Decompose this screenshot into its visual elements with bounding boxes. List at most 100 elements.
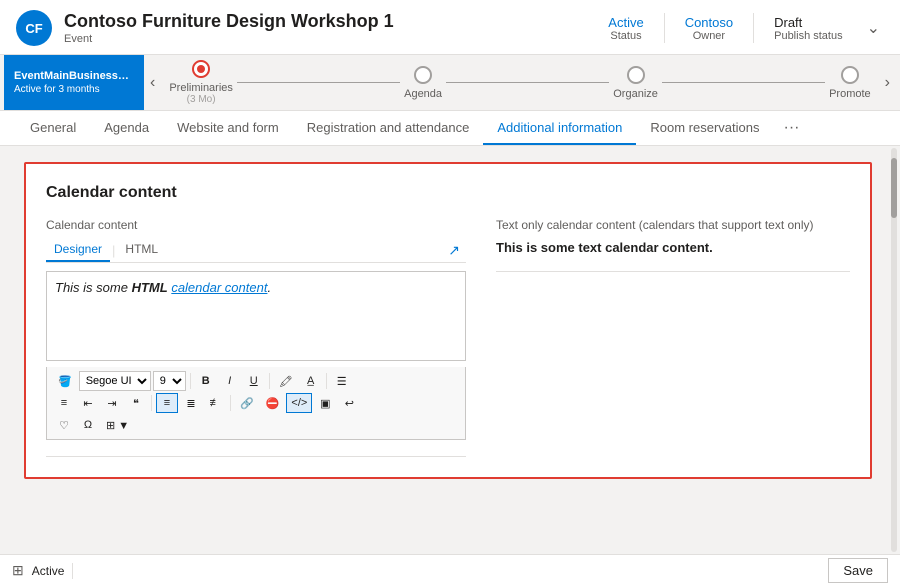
blockquote-button[interactable]: ❝ <box>125 393 147 413</box>
timeline-next-button[interactable]: › <box>879 74 896 92</box>
align-justify-button[interactable]: ☰ <box>331 371 353 391</box>
align-center-button[interactable]: ≣ <box>180 393 202 413</box>
event-type: Event <box>64 33 394 45</box>
align-left-button[interactable]: ≡ <box>156 393 178 413</box>
step-label-3: Organize <box>613 88 658 100</box>
publish-status-block: Draft Publish status <box>774 15 842 42</box>
text-only-label: Text only calendar content (calendars th… <box>496 218 850 232</box>
remove-link-button[interactable]: ⛔ <box>261 393 285 413</box>
paint-bucket-button[interactable]: 🪣 <box>53 371 77 391</box>
toolbar-row-1: 🪣 Segoe UI 9 B I U 🖍 <box>53 371 459 391</box>
toolbar-sep-2 <box>269 373 270 389</box>
step-circle-1 <box>192 60 210 78</box>
text-only-content: This is some text calendar content. <box>496 240 850 255</box>
toolbar-sep-4 <box>151 395 152 411</box>
step-line-1 <box>237 82 400 83</box>
step-line-2 <box>446 82 609 83</box>
save-button[interactable]: Save <box>828 558 888 583</box>
publish-status-label: Publish status <box>774 30 842 42</box>
special-char-button[interactable]: Ω <box>77 415 99 435</box>
card-right-divider <box>496 271 850 272</box>
header-chevron-button[interactable]: ⌄ <box>863 14 884 42</box>
timeline-active-sub: Active for 3 months <box>14 84 134 95</box>
bottom-separator <box>72 563 73 579</box>
content-area: Calendar content Calendar content Design… <box>0 146 900 554</box>
timeline-step-promote[interactable]: Promote <box>829 66 871 100</box>
status-value: Active <box>608 15 643 30</box>
tab-website-and-form[interactable]: Website and form <box>163 112 293 145</box>
indent-right-button[interactable]: ⇥ <box>101 393 123 413</box>
editor-tab-bar: Designer | HTML ↗ <box>46 238 466 263</box>
step-circle-4 <box>841 66 859 84</box>
italic-text: This is some <box>55 280 132 295</box>
toolbar-row-2: ≡ ⇤ ⇥ ❝ ≡ ≣ ≢ 🔗 ⛔ </> ▣ <box>53 393 459 413</box>
timeline-active-item[interactable]: EventMainBusinessProce... Active for 3 m… <box>4 55 144 110</box>
tab-bar: General Agenda Website and form Registra… <box>0 111 900 146</box>
undo-button[interactable]: ↩ <box>338 393 360 413</box>
unordered-list-button[interactable]: ≡ <box>53 393 75 413</box>
rich-text-link[interactable]: calendar content <box>171 280 267 295</box>
editor-tab-separator: | <box>112 243 115 258</box>
tabs-more-button[interactable]: ··· <box>773 111 809 145</box>
status-icon: ⊞ <box>12 562 24 579</box>
step-line-3 <box>662 82 825 83</box>
avatar: CF <box>16 10 52 46</box>
tab-general[interactable]: General <box>16 112 90 145</box>
font-select[interactable]: Segoe UI <box>79 371 151 391</box>
bold-button[interactable]: B <box>195 371 217 391</box>
scroll-right-area <box>888 146 900 554</box>
insert-link-button[interactable]: 🔗 <box>235 393 259 413</box>
rich-text-toolbar: 🪣 Segoe UI 9 B I U 🖍 <box>46 367 466 440</box>
heart-button[interactable]: ♡ <box>53 415 75 435</box>
scroll-left-spacer <box>0 146 8 554</box>
timeline-step-agenda[interactable]: Agenda <box>404 66 442 100</box>
status-separator <box>664 13 665 43</box>
tab-additional-information[interactable]: Additional information <box>483 112 636 145</box>
bottom-status-text: Active <box>32 564 65 578</box>
timeline-step-preliminaries[interactable]: Preliminaries (3 Mo) <box>169 60 233 105</box>
timeline-prev-button[interactable]: ‹ <box>144 74 161 92</box>
card-left: Calendar content Designer | HTML ↗ This … <box>46 218 466 457</box>
calendar-content-label: Calendar content <box>46 218 466 232</box>
font-color-button[interactable]: A̲ <box>300 371 322 391</box>
calendar-content-card: Calendar content Calendar content Design… <box>24 162 872 479</box>
timeline-steps: Preliminaries (3 Mo) Agenda Organize Pro… <box>161 60 878 105</box>
tab-registration-and-attendance[interactable]: Registration and attendance <box>293 112 484 145</box>
font-size-select[interactable]: 9 <box>153 371 186 391</box>
card-right: Text only calendar content (calendars th… <box>496 218 850 457</box>
card-left-divider <box>46 456 466 457</box>
toolbar-row-3: ♡ Ω ⊞ ▼ <box>53 415 459 435</box>
align-right-button[interactable]: ≢ <box>204 393 226 413</box>
main-content: Calendar content Calendar content Design… <box>8 146 888 554</box>
editor-tab-html[interactable]: HTML <box>117 238 166 262</box>
rich-text-italic-part: This is some HTML calendar content. <box>55 280 271 295</box>
step-label-4: Promote <box>829 88 871 100</box>
owner-block: Contoso Owner <box>685 15 733 42</box>
step-circle-2 <box>414 66 432 84</box>
rich-text-editor[interactable]: This is some HTML calendar content. <box>46 271 466 361</box>
header: CF Contoso Furniture Design Workshop 1 E… <box>0 0 900 55</box>
toolbar-sep-5 <box>230 395 231 411</box>
table-button[interactable]: ⊞ ▼ <box>101 415 134 435</box>
scrollbar-thumb[interactable] <box>891 158 897 218</box>
editor-tab-designer[interactable]: Designer <box>46 238 110 262</box>
tab-agenda[interactable]: Agenda <box>90 112 163 145</box>
card-body: Calendar content Designer | HTML ↗ This … <box>46 218 850 457</box>
timeline-active-title: EventMainBusinessProce... <box>14 70 134 82</box>
underline-button[interactable]: U <box>243 371 265 391</box>
event-title: Contoso Furniture Design Workshop 1 <box>64 11 394 33</box>
status-label: Status <box>608 30 643 42</box>
expand-icon[interactable]: ↗ <box>442 240 466 261</box>
italic-button[interactable]: I <box>219 371 241 391</box>
tab-room-reservations[interactable]: Room reservations <box>636 112 773 145</box>
insert-token-button[interactable]: </> <box>286 393 312 413</box>
toolbar-sep-3 <box>326 373 327 389</box>
clear-token-button[interactable]: ▣ <box>314 393 336 413</box>
timeline: EventMainBusinessProce... Active for 3 m… <box>0 55 900 111</box>
status-block: Active Status <box>608 15 643 42</box>
highlight-button[interactable]: 🖍 <box>274 371 298 391</box>
timeline-step-organize[interactable]: Organize <box>613 66 658 100</box>
scrollbar-track[interactable] <box>891 148 897 552</box>
indent-left-button[interactable]: ⇤ <box>77 393 99 413</box>
bold-text: HTML <box>132 280 168 295</box>
